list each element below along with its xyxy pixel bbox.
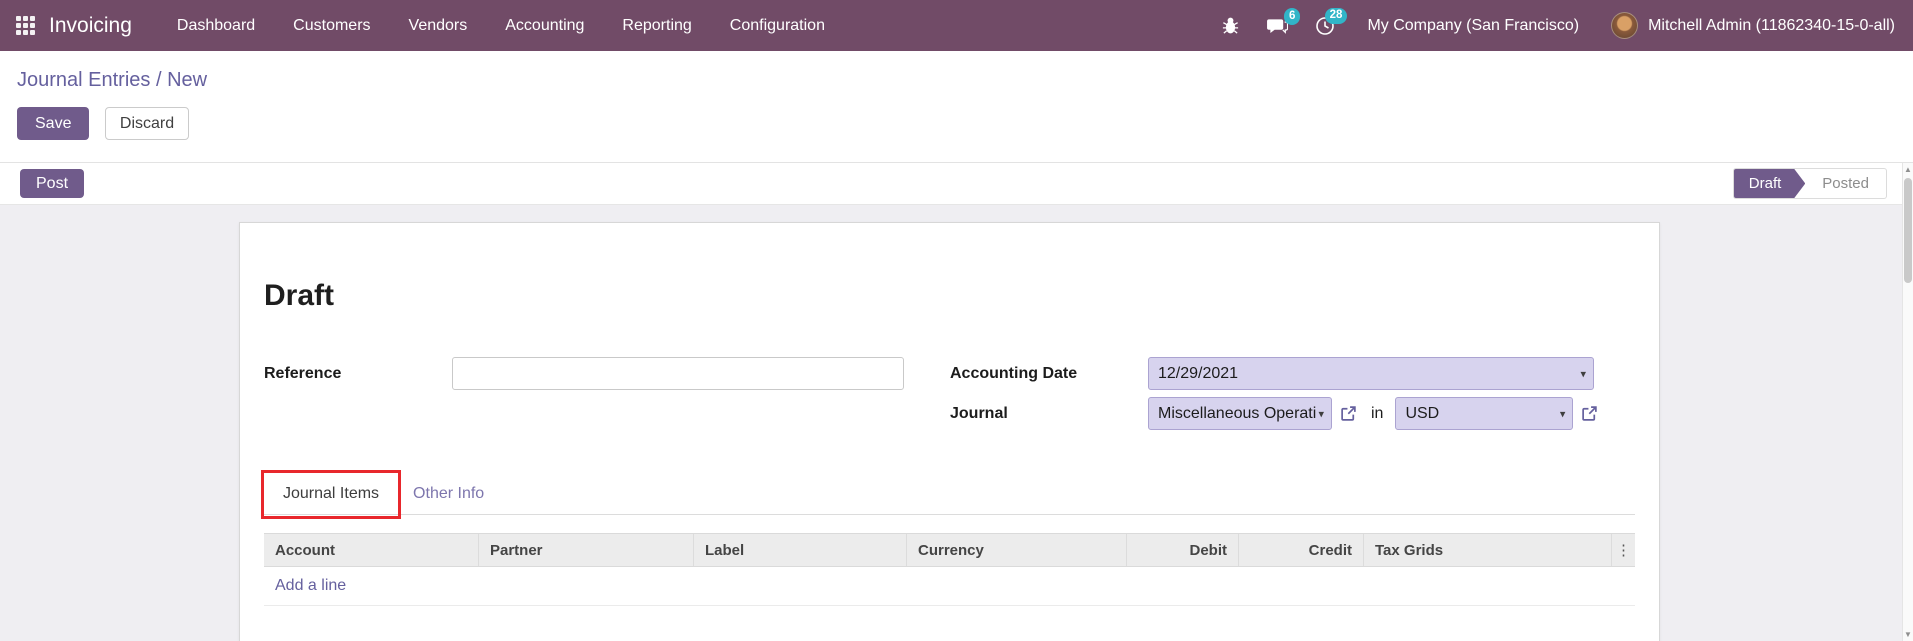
scrollbar-thumb[interactable] [1904, 178, 1912, 283]
optional-columns-icon[interactable]: ⋮ [1611, 534, 1635, 566]
nav-reporting[interactable]: Reporting [603, 0, 710, 51]
tab-journal-items[interactable]: Journal Items [261, 470, 402, 519]
in-label: in [1371, 405, 1384, 422]
column-header-credit[interactable]: Credit [1238, 534, 1363, 566]
messages-icon[interactable]: 6 [1267, 8, 1301, 35]
nav-vendors[interactable]: Vendors [390, 0, 487, 51]
column-header-account[interactable]: Account [264, 534, 478, 566]
tab-other-info[interactable]: Other Info [396, 473, 501, 514]
reference-label: Reference [264, 365, 342, 382]
nav-dashboard[interactable]: Dashboard [158, 0, 274, 51]
control-panel-buttons: Save Discard [17, 107, 1913, 140]
systray: 6 28 My Company (San Francisco) Mitchell… [1194, 7, 1895, 39]
save-button[interactable]: Save [17, 107, 90, 140]
status-draft[interactable]: Draft [1734, 169, 1806, 198]
content-area: Draft Reference Accounting Date 12/29/20… [0, 205, 1913, 641]
notebook-tabs: Journal Items Other Info [261, 470, 1635, 519]
post-button[interactable]: Post [20, 169, 85, 198]
dropdown-caret-icon: ▾ [1318, 408, 1324, 420]
add-a-line-link[interactable]: Add a line [275, 577, 346, 595]
reference-group: Reference [264, 357, 904, 437]
table-header-row: Account Partner Label Currency Debit Cre… [264, 533, 1635, 567]
column-header-currency[interactable]: Currency [906, 534, 1126, 566]
nav-accounting[interactable]: Accounting [486, 0, 603, 51]
form-sheet: Draft Reference Accounting Date 12/29/20… [239, 222, 1660, 641]
activities-clock-icon[interactable]: 28 [1315, 7, 1348, 36]
user-menu[interactable]: Mitchell Admin (11862340-15-0-all) [1648, 17, 1895, 35]
column-header-tax-grids[interactable]: Tax Grids [1363, 534, 1611, 566]
breadcrumb-current: New [167, 69, 208, 91]
company-switcher[interactable]: My Company (San Francisco) [1367, 17, 1579, 35]
statusbar: Post Draft Posted [0, 163, 1913, 205]
journal-items-table: Account Partner Label Currency Debit Cre… [264, 533, 1635, 606]
vertical-scrollbar[interactable]: ▲ ▼ [1902, 163, 1913, 641]
journal-label: Journal [950, 405, 1008, 422]
breadcrumb-separator: / [155, 69, 162, 91]
top-navbar: Invoicing Dashboard Customers Vendors Ac… [0, 0, 1913, 51]
dropdown-caret-icon: ▾ [1580, 368, 1586, 380]
breadcrumb: Journal Entries / New [17, 69, 1913, 92]
nav-customers[interactable]: Customers [274, 0, 389, 51]
reference-input[interactable] [452, 357, 904, 390]
column-header-debit[interactable]: Debit [1126, 534, 1238, 566]
breadcrumb-journal-entries[interactable]: Journal Entries [17, 69, 150, 91]
messages-counter-badge: 6 [1284, 8, 1301, 25]
journal-external-link-icon[interactable] [1340, 397, 1357, 430]
activities-counter-badge: 28 [1324, 7, 1348, 24]
page-title: Draft [264, 279, 335, 312]
table-body-row: Add a line [264, 567, 1635, 606]
form-fields: Reference Accounting Date 12/29/2021 ▾ J… [264, 357, 1635, 437]
scroll-down-icon[interactable]: ▼ [1903, 628, 1913, 641]
column-header-partner[interactable]: Partner [478, 534, 693, 566]
date-journal-group: Accounting Date 12/29/2021 ▾ Journal Mis… [950, 357, 1598, 437]
discard-button[interactable]: Discard [104, 107, 190, 140]
journal-select[interactable]: Miscellaneous Operati ▾ [1148, 397, 1332, 430]
currency-external-link-icon[interactable] [1581, 397, 1598, 430]
dropdown-caret-icon: ▾ [1559, 408, 1566, 420]
control-panel: Journal Entries / New Save Discard [0, 51, 1913, 163]
status-posted[interactable]: Posted [1805, 169, 1886, 198]
currency-select[interactable]: USD ▾ [1395, 397, 1574, 430]
apps-menu-icon[interactable] [16, 16, 35, 35]
nav-configuration[interactable]: Configuration [711, 0, 844, 51]
accounting-date-field[interactable]: 12/29/2021 ▾ [1148, 357, 1594, 390]
accounting-date-label: Accounting Date [950, 365, 1078, 382]
column-header-label[interactable]: Label [693, 534, 906, 566]
app-brand: Invoicing [49, 13, 132, 37]
scroll-up-icon[interactable]: ▲ [1903, 163, 1913, 176]
status-pipeline: Draft Posted [1732, 168, 1887, 199]
debug-bug-icon[interactable] [1221, 16, 1240, 35]
user-avatar[interactable] [1611, 12, 1639, 39]
